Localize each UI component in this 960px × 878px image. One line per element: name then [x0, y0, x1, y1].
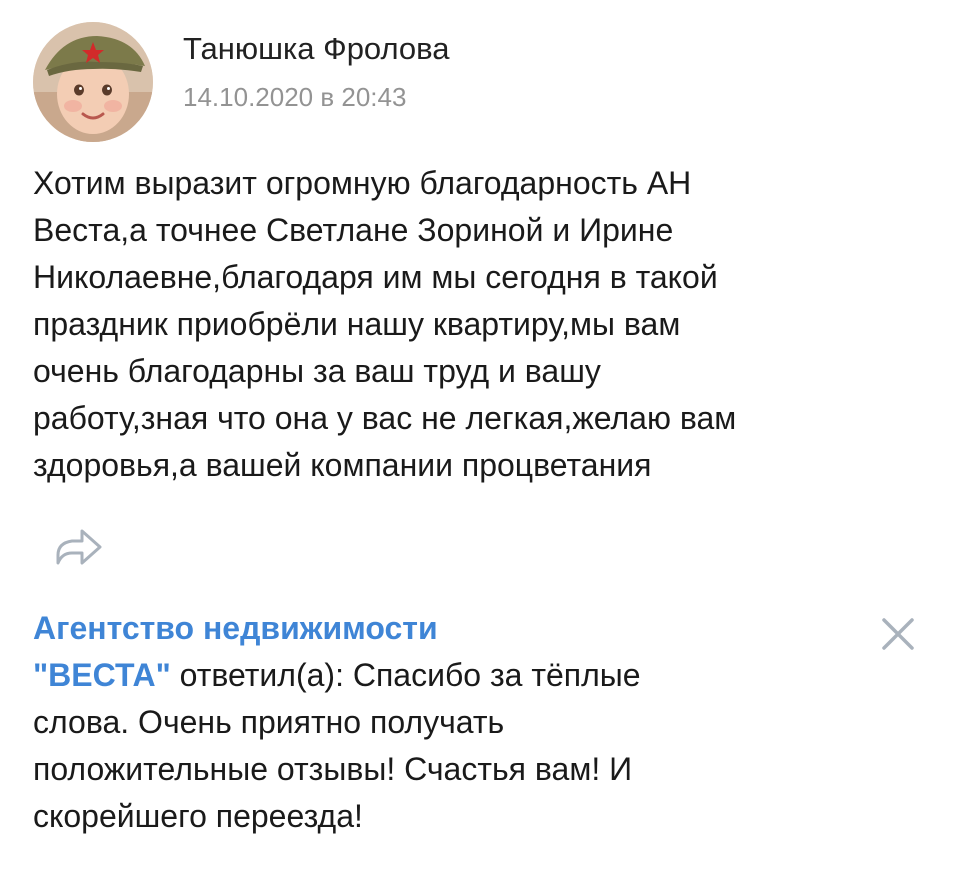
reply-author-line2[interactable]: "ВЕСТА" — [33, 657, 171, 693]
close-button[interactable] — [878, 614, 918, 654]
avatar[interactable] — [33, 22, 153, 142]
post-text: Хотим выразит огромную благодарность АН … — [33, 165, 737, 483]
reply-replied-label: ответил(а): — [170, 657, 353, 693]
close-icon — [882, 618, 914, 650]
reply-text-block: Агентство недвижимости "ВЕСТА" ответил(а… — [33, 605, 853, 840]
post-card: Танюшка Фролова 14.10.2020 в 20:43 Хотим… — [0, 0, 960, 878]
reply-block: Агентство недвижимости "ВЕСТА" ответил(а… — [33, 605, 853, 840]
reply-author-line1[interactable]: Агентство недвижимости — [33, 610, 438, 646]
author-name[interactable]: Танюшка Фролова — [183, 30, 450, 68]
post-date: 14.10.2020 в 20:43 — [183, 82, 407, 112]
avatar-image — [33, 22, 153, 142]
share-arrow-icon — [56, 529, 102, 565]
share-button[interactable] — [48, 515, 108, 575]
